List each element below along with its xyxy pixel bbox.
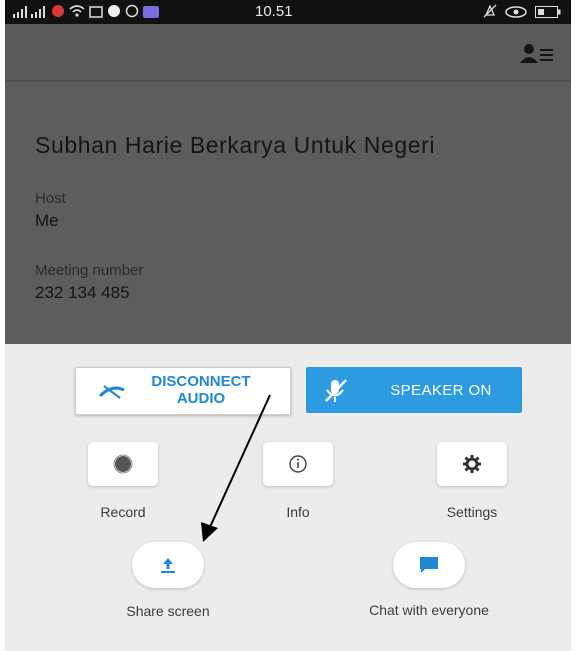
record-label: Record [100,504,146,520]
record-icon [113,454,133,474]
status-icons-right [483,4,561,21]
info-label: Info [286,504,310,520]
chat-app-icon [125,4,139,21]
status-time: 10.51 [255,3,293,20]
speaker-on-button[interactable]: SPEAKER ON [306,367,522,413]
meeting-number-value: 232 134 485 [35,283,130,302]
meeting-number-label: Meeting number [35,262,144,279]
settings-label: Settings [446,504,498,520]
status-bar: 10.51 [5,0,571,24]
meeting-title: Subhan Harie Berkarya Untuk Negeri [35,132,436,158]
info-button[interactable] [263,442,333,486]
disconnect-audio-label: DISCONNECT AUDIO [151,373,251,407]
mute-bell-icon [483,4,497,21]
share-screen-button[interactable] [132,542,204,588]
app-notification-icon [51,4,65,21]
signal-icon [13,5,47,21]
meeting-info-panel: Subhan Harie Berkarya Untuk Negeri Host … [5,82,571,344]
gear-icon [463,455,481,473]
speaker-muted-icon [322,377,350,410]
battery-icon [535,5,561,21]
eye-icon [505,5,527,21]
status-icons-left [13,4,159,21]
host-value: Me [35,211,59,230]
host-label: Host [35,190,66,207]
hang-up-phone-icon [98,382,126,405]
wifi-icon [69,4,85,21]
chat-bubble-icon [420,557,438,573]
upload-arrow-icon [161,558,175,573]
video-app-icon [143,5,159,21]
sync-icon [107,4,121,21]
disconnect-audio-button[interactable]: DISCONNECT AUDIO [75,367,291,415]
chat-button[interactable] [393,542,465,588]
record-button[interactable] [88,442,158,486]
settings-button[interactable] [437,442,507,486]
gallery-icon [89,5,103,21]
participants-icon[interactable] [519,42,555,66]
meeting-toolbar [5,24,571,82]
info-icon [289,455,307,473]
chat-label: Chat with everyone [369,602,489,618]
speaker-on-label: SPEAKER ON [390,382,492,399]
phone-screen: 10.51 Subhan Harie Berkarya Untuk Negeri… [5,0,571,651]
share-screen-label: Share screen [126,603,210,619]
